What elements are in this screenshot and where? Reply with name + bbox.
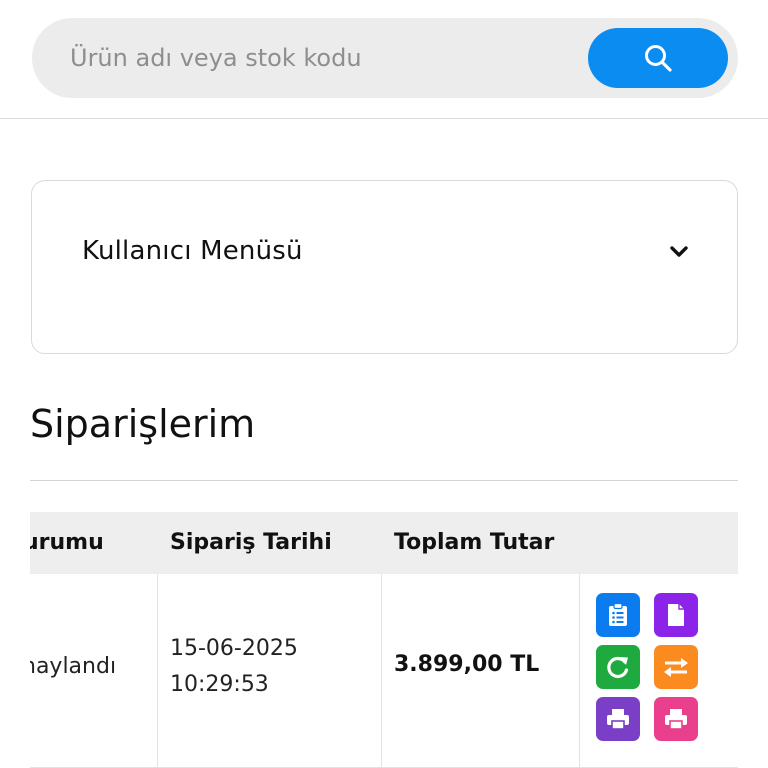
column-divider (157, 574, 158, 768)
orders-table: urumu Sipariş Tarihi Toplam Tutar naylan… (30, 512, 738, 768)
order-total: 3.899,00 TL (394, 652, 540, 677)
chevron-down-icon (668, 241, 690, 263)
user-menu-title: Kullanıcı Menüsü (82, 236, 303, 266)
print-icon (607, 709, 629, 730)
column-divider (381, 574, 382, 768)
print-shipping-label-button[interactable] (654, 697, 698, 741)
clipboard-list-icon (609, 603, 627, 626)
invoice-button[interactable] (654, 593, 698, 637)
search-icon (645, 45, 672, 72)
column-divider (579, 574, 580, 768)
user-menu-toggle[interactable]: Kullanıcı Menüsü (31, 180, 738, 354)
orders-title: Siparişlerim (30, 402, 256, 446)
reorder-button[interactable] (596, 645, 640, 689)
order-date: 15-06-2025 10:29:53 (170, 631, 298, 703)
print-button[interactable] (596, 697, 640, 741)
header-divider (0, 118, 768, 119)
order-status: naylandı (30, 654, 117, 679)
document-icon (668, 604, 684, 626)
search-input[interactable] (70, 40, 570, 76)
search-button[interactable] (588, 28, 728, 88)
column-header-date: Sipariş Tarihi (170, 530, 332, 555)
refresh-icon (607, 656, 629, 679)
print-icon (665, 709, 687, 730)
order-date-day: 15-06-2025 (170, 636, 298, 661)
table-row: naylandı 15-06-2025 10:29:53 3.899,00 TL (30, 574, 738, 768)
search-bar (32, 18, 738, 98)
table-header: urumu Sipariş Tarihi Toplam Tutar (30, 512, 738, 574)
return-exchange-button[interactable] (654, 645, 698, 689)
exchange-arrows-icon (664, 658, 688, 677)
order-details-button[interactable] (596, 593, 640, 637)
orders-divider (30, 480, 738, 481)
order-date-time: 10:29:53 (170, 672, 269, 697)
column-header-total: Toplam Tutar (394, 530, 555, 555)
column-header-status: urumu (30, 530, 104, 555)
